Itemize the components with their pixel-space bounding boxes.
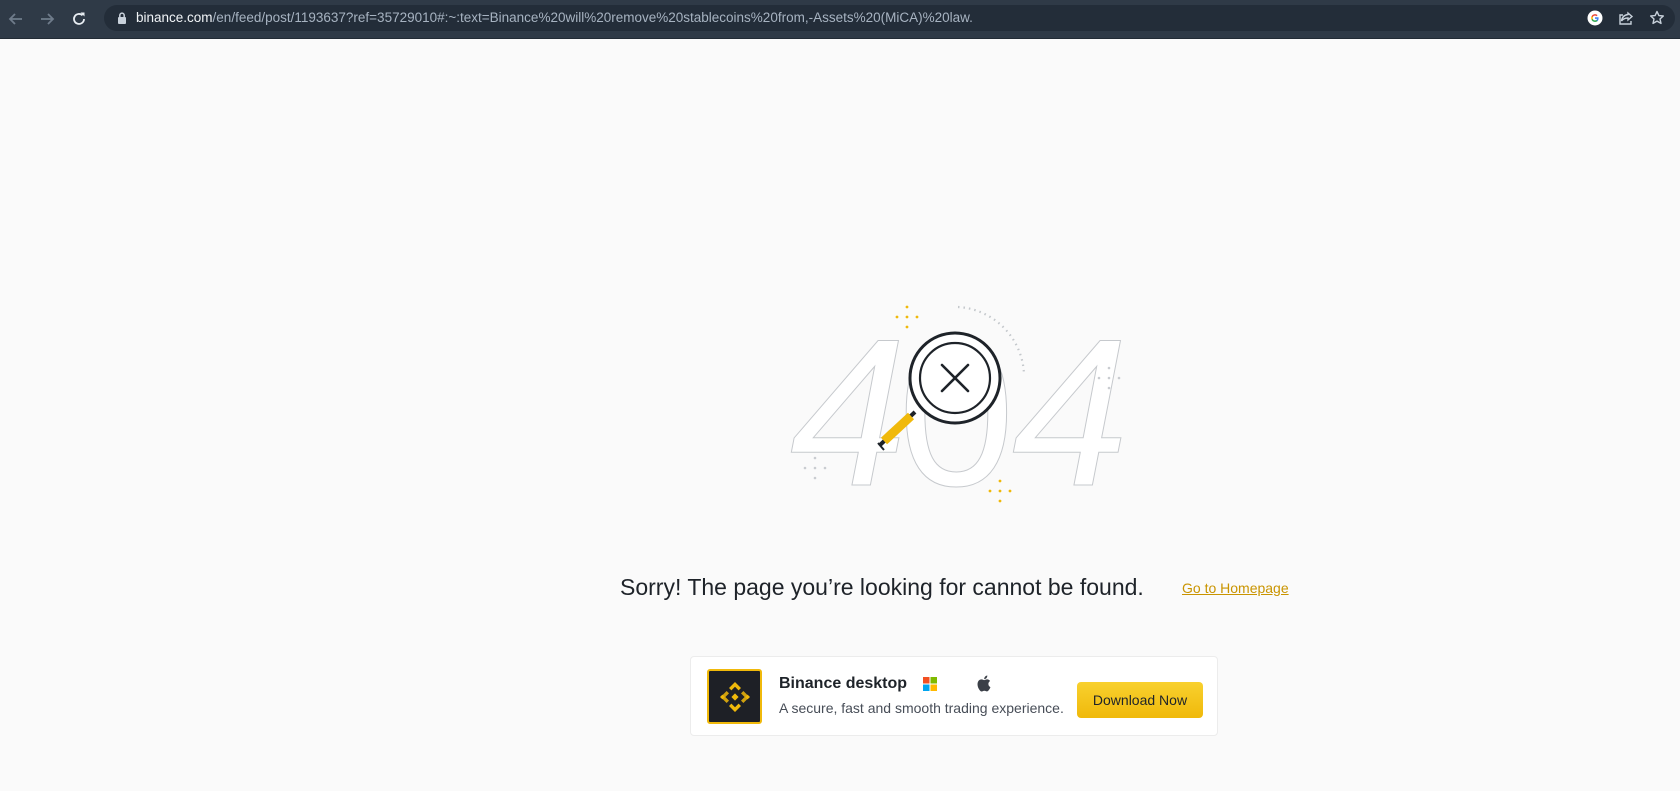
lock-icon[interactable] [115, 11, 129, 25]
apple-icon[interactable] [976, 675, 991, 692]
url-host: binance.com [136, 10, 213, 25]
forward-arrow-icon [41, 13, 55, 25]
app-name: Binance desktop [779, 675, 908, 692]
back-button[interactable] [5, 8, 27, 30]
reload-icon [73, 12, 85, 25]
download-now-button[interactable]: Download Now [1077, 682, 1203, 718]
reload-button[interactable] [68, 8, 90, 30]
google-icon [1587, 10, 1603, 26]
digit-right: 4 [1012, 295, 1129, 515]
url-text[interactable]: binance.com/en/feed/post/1193637?ref=357… [136, 10, 973, 26]
binance-logo-icon [719, 681, 750, 712]
windows-icon[interactable] [923, 677, 937, 691]
url-path: /en/feed/post/1193637?ref=35729010#:~:te… [212, 10, 973, 25]
share-button[interactable] [1617, 9, 1635, 27]
forward-button[interactable] [36, 8, 58, 30]
google-lens-button[interactable] [1586, 9, 1604, 27]
bookmark-button[interactable] [1648, 9, 1666, 27]
desktop-app-card: Binance desktop A secure, fast and smoot… [690, 656, 1218, 736]
address-bar[interactable]: binance.com/en/feed/post/1193637?ref=357… [104, 5, 1675, 31]
star-icon [1650, 10, 1664, 25]
go-to-homepage-link[interactable]: Go to Homepage [1182, 579, 1289, 597]
back-arrow-icon [8, 13, 22, 25]
digit-left: 4 [790, 295, 907, 515]
share-icon [1619, 11, 1634, 25]
error-message: Sorry! The page you’re looking for canno… [620, 574, 1144, 600]
app-logo [707, 669, 762, 724]
app-description: A secure, fast and smooth trading experi… [779, 700, 1064, 716]
browser-toolbar: binance.com/en/feed/post/1193637?ref=357… [0, 0, 1680, 39]
not-found-illustration: 4 0 4 [790, 295, 1130, 515]
